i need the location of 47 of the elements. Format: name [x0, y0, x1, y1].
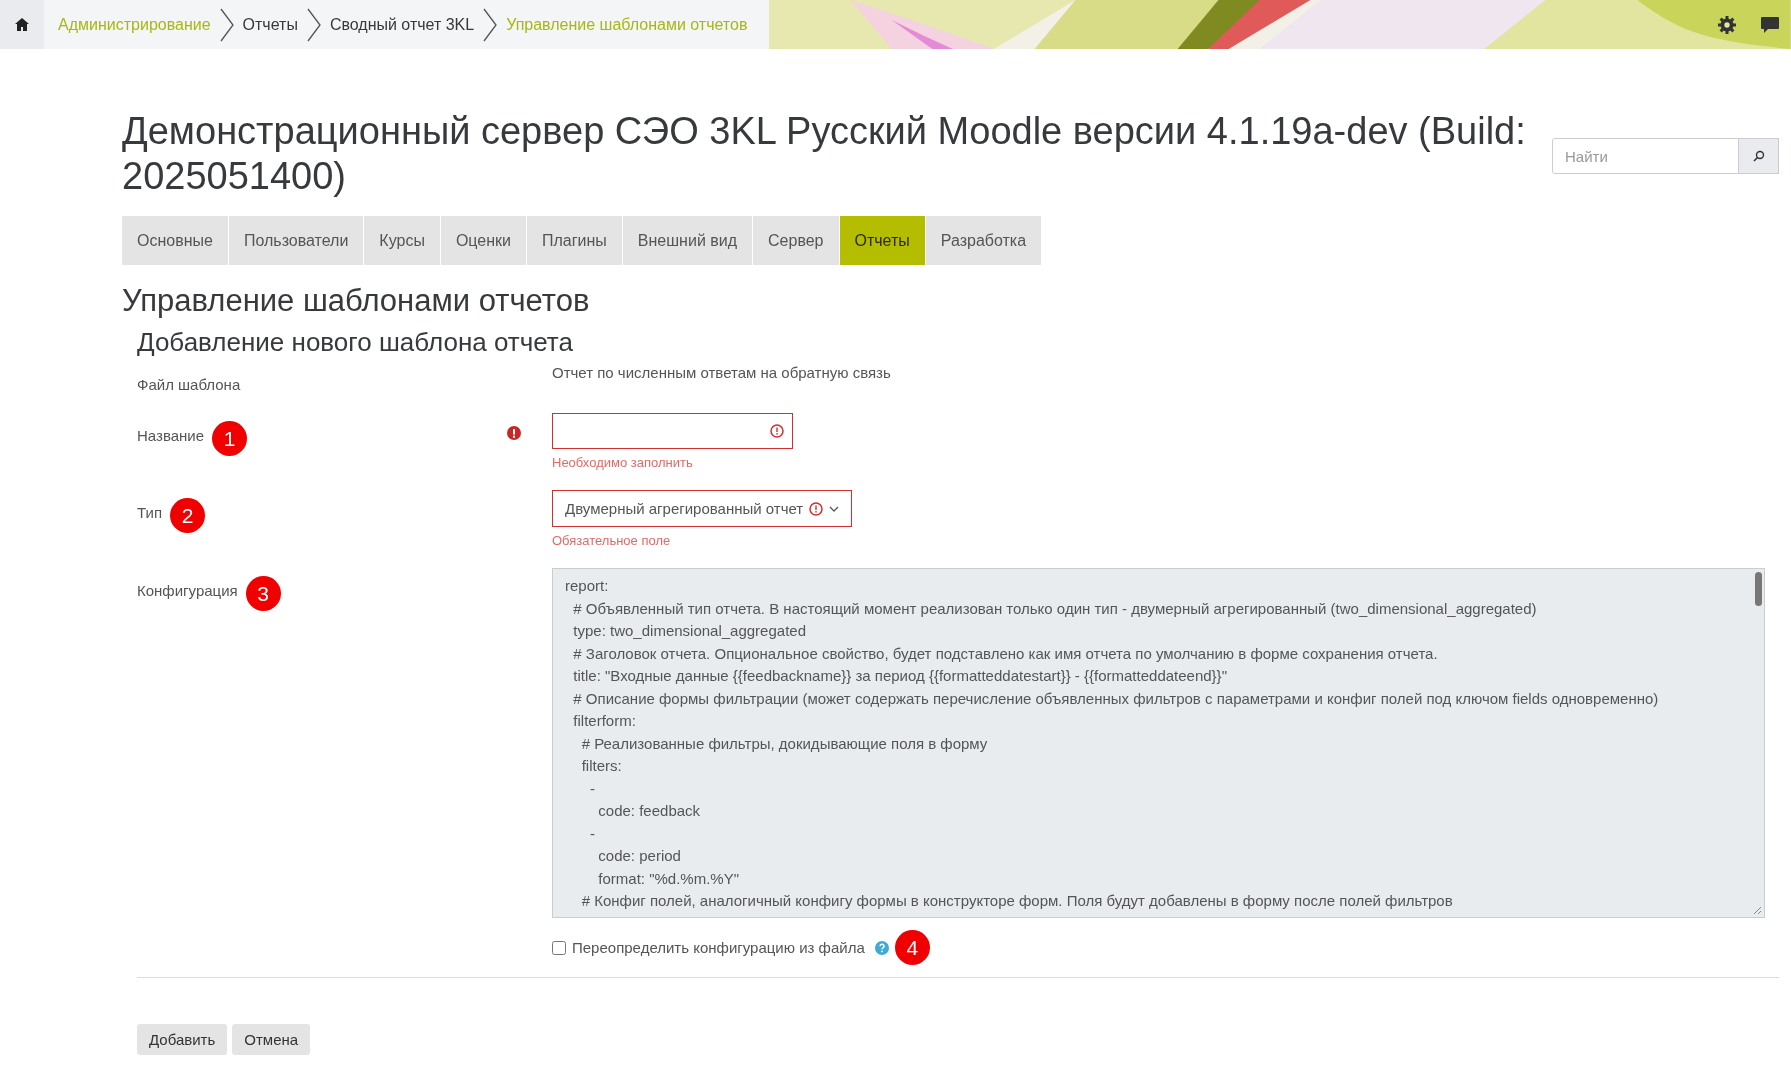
type-select[interactable]: Двумерный агрегированный отчет: [552, 490, 853, 527]
nav-tab[interactable]: Разработка: [925, 216, 1042, 265]
nav-tab[interactable]: Плагины: [527, 216, 622, 265]
error-message: Необходимо заполнить: [552, 455, 694, 470]
site-title: Демонстрационный сервер СЭО 3KL Русский Moodle версии 4.1.19a-dev (Build: 2025051400): [122, 109, 1527, 199]
name-input[interactable]: [552, 413, 793, 449]
config-textarea[interactable]: report: # Объявленный тип отчета. В настоящий момент реализован только один тип - двумерный агрегированный (two_dimensional_aggregated) type: two_dimensional_aggregated # Заголовок отчета. Опциональное свойство, будет подставлено как имя отчета по умолчанию в форме сохранения отчета. title: "Входные данные {{feedbackname}} за период {{formatteddatestart}} - {{formatteddateend}}" # Описание формы фильтрации (может содержать перечисление объявленных фильтров с параметрами и конфиг полей под ключом fields одновременно) filterform: # Реализованные фильтры, докидывающие поля в форму filters: - code: feedback - code: period format: "%d.%m.%Y" # Конфиг полей, аналогичный конфигу формы в конструкторе форм. Поля будут добавлены в форму после полей фильтров: [552, 568, 1765, 918]
nav-tab[interactable]: Оценки: [440, 216, 526, 265]
nav-tab[interactable]: Внешний вид: [622, 216, 753, 265]
field-label: Конфигурация: [137, 581, 238, 599]
resize-grip-icon[interactable]: [1753, 906, 1762, 915]
error-icon: [770, 424, 784, 438]
nav-tab[interactable]: Курсы: [364, 216, 440, 265]
home-icon: [15, 18, 29, 31]
nav-tab[interactable]: Сервер: [753, 216, 839, 265]
section-heading: Добавление нового шаблона отчета: [137, 327, 574, 358]
nav-tab[interactable]: Основные: [122, 216, 228, 265]
scrollbar[interactable]: [1755, 572, 1762, 606]
callout-number: 3: [245, 576, 281, 611]
search-icon: [1752, 150, 1765, 162]
page-heading: Управление шаблонами отчетов: [122, 283, 591, 319]
cancel-button[interactable]: Отмена: [232, 1024, 311, 1055]
help-icon[interactable]: [874, 940, 889, 955]
error-icon: [809, 501, 824, 516]
static-value: Отчет по численным ответам на обратную связь: [552, 363, 892, 383]
breadcrumb-link[interactable]: Отчеты: [234, 15, 306, 34]
field-label: Тип: [137, 503, 162, 521]
add-button[interactable]: Добавить: [137, 1024, 228, 1055]
chevron-icon: [829, 505, 840, 512]
field-label: Файл шаблона: [137, 375, 241, 393]
settings-icon[interactable]: [1717, 14, 1737, 35]
field-label: Название: [137, 426, 205, 444]
override-checkbox[interactable]: [552, 940, 566, 955]
home-button[interactable]: [0, 0, 44, 49]
chevron-icon: [482, 7, 499, 42]
nav-tab[interactable]: Пользователи: [228, 216, 364, 265]
callout-number: 1: [212, 421, 248, 456]
search-field[interactable]: Найти: [1552, 138, 1739, 174]
chevron-icon: [218, 7, 235, 42]
callout-number: 4: [894, 930, 930, 965]
search-button[interactable]: [1739, 138, 1779, 174]
callout-number: 2: [170, 498, 205, 533]
nav-tab[interactable]: Отчеты: [839, 216, 925, 265]
chevron-icon: [305, 7, 322, 42]
error-message: Обязательное поле: [552, 533, 672, 548]
breadcrumb-link[interactable]: Сводный отчет 3KL: [321, 15, 483, 34]
checkbox-label[interactable]: Переопределить конфигурацию из файла: [572, 939, 865, 956]
